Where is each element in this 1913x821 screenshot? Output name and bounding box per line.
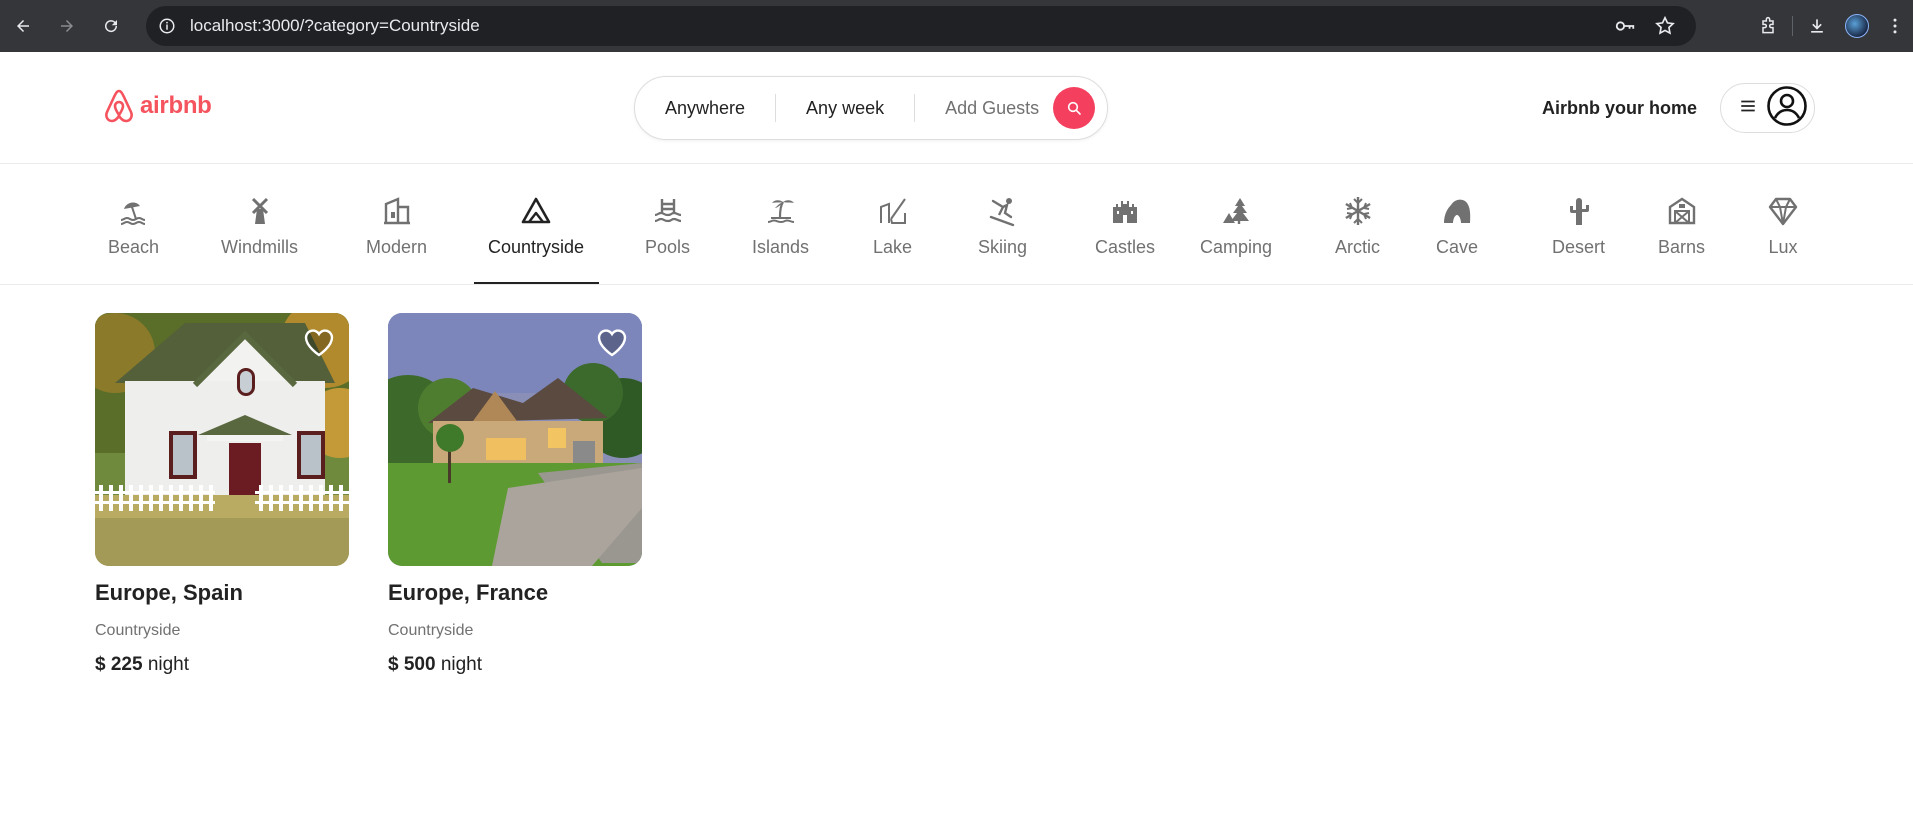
search-any-week[interactable]: Any week [776, 94, 914, 122]
category-label: Pools [645, 237, 691, 257]
category-skiing[interactable]: Skiing [978, 195, 1027, 258]
bookmark-star-icon[interactable] [1654, 15, 1676, 37]
back-button[interactable] [12, 15, 34, 37]
listing-image[interactable] [95, 313, 349, 566]
browser-toolbar: localhost:3000/?category=Countryside [0, 0, 1913, 52]
cave-icon [1444, 199, 1471, 223]
category-label: Castles [1095, 237, 1156, 257]
skiing-icon [989, 198, 1014, 227]
category-beach[interactable]: Beach [108, 195, 159, 258]
category-islands[interactable]: Islands [752, 195, 809, 258]
lake-icon [879, 198, 906, 224]
category-barns[interactable]: Barns [1658, 195, 1705, 258]
listing-category: Countryside [388, 622, 474, 639]
download-icon [1811, 19, 1823, 33]
forward-button[interactable] [56, 15, 78, 37]
windmill-icon [251, 197, 268, 224]
castle-icon [1113, 201, 1138, 223]
category-label: Skiing [978, 237, 1028, 257]
arrow-right-icon [61, 20, 73, 32]
beach-icon [120, 202, 145, 226]
address-bar[interactable]: localhost:3000/?category=Countryside [146, 6, 1696, 46]
pool-icon [654, 199, 681, 223]
cactus-icon [1569, 198, 1589, 225]
listing-location: Europe, France [388, 580, 549, 605]
category-arctic[interactable]: Arctic [1335, 195, 1380, 258]
listing-price-row: $ 225 night [95, 654, 349, 676]
search-icon [1068, 101, 1081, 115]
category-desert[interactable]: Desert [1552, 195, 1605, 258]
listing-price-unit: night [147, 654, 190, 675]
category-label: Desert [1552, 237, 1606, 257]
arrow-left-icon [17, 20, 29, 32]
listing-price-unit: night [440, 654, 483, 675]
category-cave[interactable]: Cave [1436, 195, 1478, 258]
modern-icon [383, 197, 410, 225]
extensions-button[interactable] [1748, 0, 1788, 52]
search-button[interactable] [1053, 87, 1096, 129]
barn-icon [1668, 197, 1695, 225]
hamburger-menu-icon [1739, 97, 1757, 120]
reload-button[interactable] [100, 15, 122, 37]
kebab-menu-icon [1893, 18, 1897, 34]
category-label: Countryside [488, 237, 585, 257]
search-add-guests[interactable]: Add Guests [915, 98, 1053, 119]
downloads-button[interactable] [1797, 0, 1837, 52]
category-label: Barns [1658, 237, 1706, 257]
user-menu-button[interactable] [1720, 83, 1815, 133]
category-pools[interactable]: Pools [645, 195, 690, 258]
heart-icon[interactable] [596, 327, 628, 357]
info-icon [159, 18, 175, 34]
mountain-icon [521, 197, 551, 224]
profile-button[interactable] [1837, 0, 1877, 52]
search-bar[interactable]: Anywhere Any week Add Guests [634, 76, 1108, 140]
listing-card[interactable]: Europe, France Countryside $ 500 night [388, 313, 642, 676]
toolbar-divider [1792, 16, 1793, 36]
category-label: Arctic [1335, 237, 1380, 257]
category-camping[interactable]: Camping [1200, 195, 1272, 258]
listing-card[interactable]: Europe, Spain Countryside $ 225 night [95, 313, 349, 676]
diamond-icon [1768, 197, 1798, 226]
puzzle-icon [1762, 16, 1774, 34]
category-label: Lux [1768, 237, 1798, 257]
chrome-menu-button[interactable] [1877, 0, 1913, 52]
listing-category: Countryside [95, 622, 181, 639]
heart-icon[interactable] [303, 327, 335, 357]
profile-avatar [1845, 14, 1869, 38]
category-lake[interactable]: Lake [873, 195, 912, 258]
camping-icon [1223, 198, 1250, 224]
category-label: Modern [366, 237, 428, 257]
category-label: Windmills [221, 237, 299, 257]
category-label: Lake [873, 237, 913, 257]
reload-icon [105, 20, 118, 33]
airbnb-logo[interactable]: airbnb [103, 88, 212, 124]
category-label: Camping [1200, 237, 1273, 257]
snowflake-icon [1344, 197, 1371, 225]
active-category-indicator [474, 282, 599, 284]
listing-image[interactable] [388, 313, 642, 566]
key-icon[interactable] [1614, 15, 1636, 37]
user-avatar-icon [1766, 85, 1808, 132]
category-lux[interactable]: Lux [1767, 195, 1799, 258]
listing-price: $ 225 [95, 654, 143, 675]
logo-text: airbnb [140, 92, 212, 119]
category-bar: Beach Windmills Modern Countryside Pools… [0, 165, 1913, 285]
category-label: Beach [108, 237, 160, 257]
category-windmills[interactable]: Windmills [221, 195, 298, 258]
category-label: Cave [1436, 237, 1479, 257]
airbnb-logo-icon [105, 89, 133, 123]
listing-price: $ 500 [388, 654, 436, 675]
url-text: localhost:3000/?category=Countryside [190, 16, 480, 35]
category-castles[interactable]: Castles [1095, 195, 1155, 258]
listing-location: Europe, Spain [95, 580, 243, 605]
site-header: airbnb Anywhere Any week Add Guests Airb… [0, 52, 1913, 164]
listing-price-row: $ 500 night [388, 654, 642, 676]
airbnb-your-home-link[interactable]: Airbnb your home [1542, 98, 1697, 119]
category-label: Islands [752, 237, 810, 257]
category-countryside[interactable]: Countryside [488, 195, 584, 258]
search-anywhere[interactable]: Anywhere [635, 94, 775, 122]
category-modern[interactable]: Modern [366, 195, 427, 258]
island-icon [767, 200, 794, 224]
